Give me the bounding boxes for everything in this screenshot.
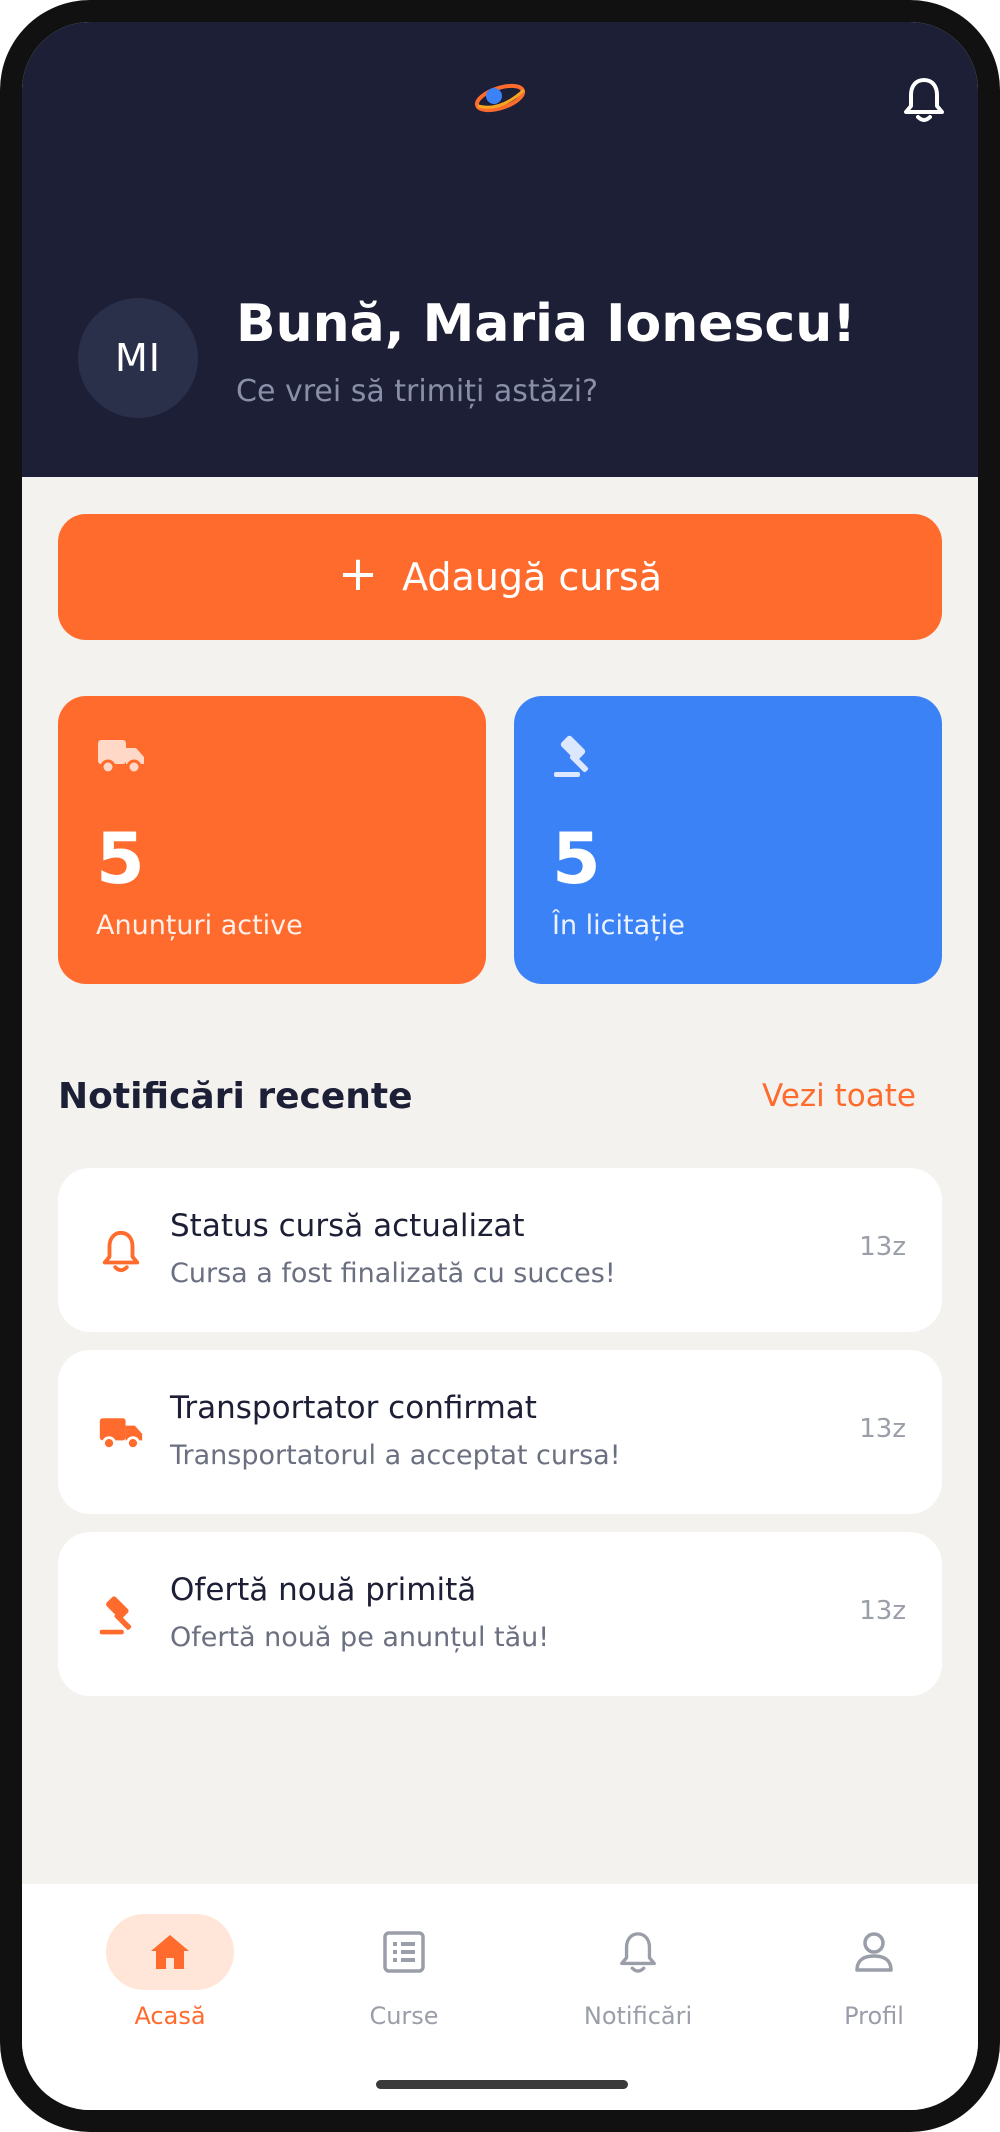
- home-indicator[interactable]: [376, 2080, 628, 2089]
- avatar[interactable]: MI: [78, 298, 198, 418]
- notification-item[interactable]: Status cursă actualizat Cursa a fost fin…: [58, 1168, 942, 1332]
- notification-body: Ofertă nouă pe anunțul tău!: [170, 1622, 550, 1653]
- nav-label: Profil: [844, 2002, 904, 2030]
- phone-frame: MI Bună, Maria Ionescu! Ce vrei să trimi…: [0, 0, 1000, 2132]
- bottom-nav: Acasă Curse Notificări Profil: [22, 1884, 978, 2110]
- list-icon: [383, 1931, 425, 1973]
- bell-icon: [102, 1230, 140, 1273]
- notification-time: 13z: [859, 1596, 906, 1626]
- notification-title: Ofertă nouă primită: [170, 1572, 477, 1608]
- truck-icon: [98, 740, 144, 775]
- nav-icon-pill: [810, 1914, 938, 1990]
- nav-label: Acasă: [134, 2002, 206, 2030]
- nav-item-home[interactable]: Acasă: [70, 1914, 270, 2034]
- nav-label: Curse: [369, 2002, 439, 2030]
- notification-body: Transportatorul a acceptat cursa!: [170, 1440, 621, 1471]
- stat-value: 5: [96, 818, 145, 900]
- nav-icon-pill: [574, 1914, 702, 1990]
- notification-time: 13z: [859, 1414, 906, 1444]
- notification-title: Status cursă actualizat: [170, 1208, 525, 1244]
- gavel-icon: [554, 735, 589, 777]
- truck-icon: [99, 1418, 143, 1451]
- notification-item[interactable]: Transportator confirmat Transportatorul …: [58, 1350, 942, 1514]
- nav-label: Notificări: [583, 2002, 693, 2030]
- stat-value: 5: [552, 818, 601, 900]
- home-icon: [151, 1935, 189, 1969]
- add-ride-label: Adaugă cursă: [402, 555, 663, 599]
- user-icon: [855, 1932, 893, 1972]
- plus-icon: +: [337, 546, 379, 602]
- brand-logo-icon: [474, 83, 526, 113]
- nav-item-notifications[interactable]: Notificări: [538, 1914, 738, 2034]
- nav-item-rides[interactable]: Curse: [304, 1914, 504, 2034]
- gavel-icon: [99, 1596, 132, 1635]
- greeting-subtitle: Ce vrei să trimiți astăzi?: [236, 374, 599, 409]
- header: MI Bună, Maria Ionescu! Ce vrei să trimi…: [22, 22, 978, 477]
- section-title: Notificări recente: [58, 1076, 413, 1117]
- nav-icon-pill: [106, 1914, 234, 1990]
- see-all-link[interactable]: Vezi toate: [762, 1078, 916, 1114]
- add-ride-button[interactable]: + Adaugă cursă: [58, 514, 942, 640]
- stat-label: Anunțuri active: [96, 910, 303, 941]
- bell-icon: [620, 1932, 656, 1973]
- notification-item[interactable]: Ofertă nouă primită Ofertă nouă pe anunț…: [58, 1532, 942, 1696]
- greeting-title: Bună, Maria Ionescu!: [236, 294, 856, 354]
- nav-item-profile[interactable]: Profil: [774, 1914, 974, 2034]
- bell-icon[interactable]: [902, 76, 946, 124]
- stat-label: În licitație: [552, 910, 685, 941]
- stat-card-in-auction[interactable]: 5 În licitație: [514, 696, 942, 984]
- notification-title: Transportator confirmat: [170, 1390, 537, 1426]
- nav-icon-pill: [340, 1914, 468, 1990]
- notification-time: 13z: [859, 1232, 906, 1262]
- stat-card-active-listings[interactable]: 5 Anunțuri active: [58, 696, 486, 984]
- app-screen: MI Bună, Maria Ionescu! Ce vrei să trimi…: [22, 22, 978, 2110]
- notification-body: Cursa a fost finalizată cu succes!: [170, 1258, 616, 1289]
